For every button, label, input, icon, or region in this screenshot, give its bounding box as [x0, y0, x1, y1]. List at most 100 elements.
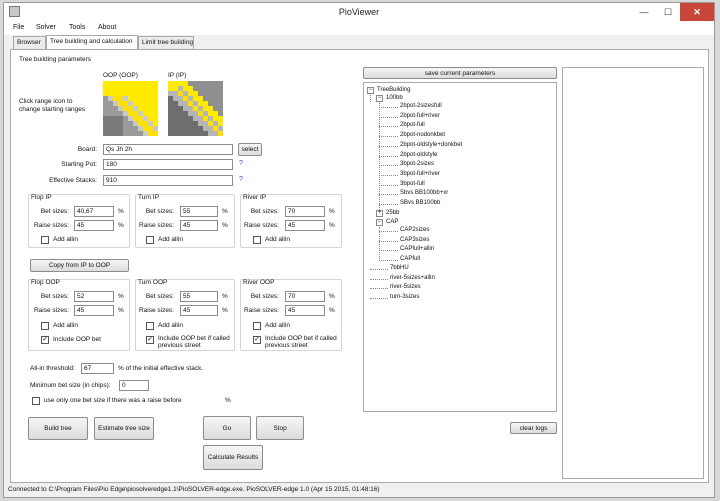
starting-pot-input[interactable]: 180	[103, 159, 233, 170]
turn-ip-raise-pct: %	[222, 222, 228, 229]
tree-item[interactable]: 2bpot-full	[400, 122, 425, 128]
turn-oop-bet-input[interactable]: 55	[180, 291, 218, 302]
oop-range-matrix[interactable]	[103, 81, 158, 136]
river-oop-raise-pct: %	[329, 307, 335, 314]
river-ip-raise-input[interactable]: 45	[285, 220, 325, 231]
one-bet-size-label: use only one bet size if there was a rai…	[44, 397, 182, 404]
flop-ip-allin-checkbox[interactable]	[41, 236, 49, 244]
allin-threshold-input[interactable]: 67	[81, 363, 114, 374]
tree-group-100bb[interactable]: 100bb	[386, 95, 403, 101]
flop-ip-bet-pct: %	[118, 208, 124, 215]
tree-item[interactable]: 2bpot-nodonkbet	[400, 132, 445, 138]
calculate-results-button[interactable]: Calculate Results	[203, 445, 263, 470]
river-ip-group: River IP Bet sizes: 70 % Raise sizes: 45…	[240, 194, 342, 248]
flop-ip-raise-input[interactable]: 45	[74, 220, 114, 231]
turn-ip-allin-checkbox[interactable]	[146, 236, 154, 244]
tree-item[interactable]: CAPfull	[400, 256, 420, 262]
tab-tree-building[interactable]: Tree building and calculation	[46, 35, 138, 50]
tree-item[interactable]: turn-3sizes	[390, 294, 419, 300]
turn-ip-bet-input[interactable]: 55	[180, 206, 218, 217]
go-button[interactable]: Go	[203, 416, 251, 440]
river-oop-include-label: Include OOP bet if called previous stree…	[265, 335, 337, 349]
tree-item[interactable]: 3bpot-full	[400, 181, 425, 187]
tree-group-25bb[interactable]: 25bb	[386, 210, 399, 216]
tree-item[interactable]: 2bpot-2sizesfull	[400, 103, 442, 109]
expand-icon[interactable]: +	[376, 210, 383, 217]
flop-ip-bet-input[interactable]: 40,67	[74, 206, 114, 217]
tree-item[interactable]: Sbvs BB100bb+xr	[400, 190, 448, 196]
tree-item[interactable]: 2bpot-oldstyle+donkbet	[400, 142, 462, 148]
flop-oop-allin-checkbox[interactable]	[41, 322, 49, 330]
collapse-icon[interactable]: −	[367, 87, 374, 94]
tree-item[interactable]: river-5sizes+allin	[390, 275, 435, 281]
select-board-button[interactable]: select	[238, 143, 262, 156]
river-oop-raise-label: Raise sizes:	[243, 307, 279, 314]
clear-logs-button[interactable]: clear logs	[510, 422, 557, 434]
minimize-icon[interactable]: —	[632, 3, 656, 21]
menu-file[interactable]: File	[13, 24, 24, 31]
flop-oop-bet-input[interactable]: 52	[74, 291, 114, 302]
turn-ip-raise-input[interactable]: 45	[180, 220, 218, 231]
turn-oop-raise-input[interactable]: 45	[180, 305, 218, 316]
river-ip-bet-input[interactable]: 70	[285, 206, 325, 217]
tree-item[interactable]: SBvs BB100bb	[400, 200, 440, 206]
flop-ip-raise-pct: %	[118, 222, 124, 229]
copy-ip-to-oop-button[interactable]: Copy from IP to OOP	[30, 259, 129, 272]
range-cell[interactable]	[218, 131, 223, 136]
river-oop-include-checkbox[interactable]: ✓	[253, 336, 261, 344]
flop-oop-include-checkbox[interactable]: ✓	[41, 336, 49, 344]
tree-list[interactable]: − TreeBuilding − 100bb 2bpot-2sizesfull 2…	[363, 82, 557, 412]
tree-building-panel: Tree building parameters Click range ico…	[10, 49, 709, 483]
tree-item[interactable]: river-5sizes	[390, 284, 421, 290]
river-ip-bet-pct: %	[329, 208, 335, 215]
menu-bar: File Solver Tools About	[4, 21, 714, 35]
turn-oop-include-checkbox[interactable]: ✓	[146, 336, 154, 344]
tree-item[interactable]: 3bpot-2sizes	[400, 161, 434, 167]
pot-help-link[interactable]: ?	[239, 160, 243, 167]
river-oop-bet-input[interactable]: 70	[285, 291, 325, 302]
tree-item[interactable]: 7bbHU	[390, 265, 409, 271]
stacks-help-link[interactable]: ?	[239, 176, 243, 183]
collapse-icon[interactable]: −	[376, 95, 383, 102]
stop-button[interactable]: Stop	[256, 416, 304, 440]
flop-oop-raise-input[interactable]: 45	[74, 305, 114, 316]
river-oop-bet-label: Bet sizes:	[250, 293, 279, 300]
river-ip-allin-checkbox[interactable]	[253, 236, 261, 244]
range-cell[interactable]	[153, 131, 158, 136]
river-oop-allin-checkbox[interactable]	[253, 322, 261, 330]
turn-oop-allin-checkbox[interactable]	[146, 322, 154, 330]
ip-range-label: IP (IP)	[168, 72, 187, 79]
turn-oop-raise-label: Raise sizes:	[138, 307, 174, 314]
collapse-icon[interactable]: −	[376, 219, 383, 226]
flop-ip-group: Flop IP Bet sizes: 40,67 % Raise sizes: …	[28, 194, 130, 248]
tree-item[interactable]: 2bpot-full+river	[400, 113, 440, 119]
min-bet-input[interactable]: 0	[119, 380, 149, 391]
save-parameters-button[interactable]: save current parameters	[363, 67, 557, 79]
tree-item[interactable]: 3bpot-full+river	[400, 171, 440, 177]
turn-oop-raise-pct: %	[222, 307, 228, 314]
tab-browser[interactable]: Browser	[13, 36, 46, 49]
tree-item[interactable]: CAP3sizes	[400, 237, 429, 243]
close-icon[interactable]: ✕	[680, 3, 714, 21]
tree-root[interactable]: TreeBuilding	[377, 87, 410, 93]
river-oop-raise-input[interactable]: 45	[285, 305, 325, 316]
menu-tools[interactable]: Tools	[69, 24, 85, 31]
tree-group-cap[interactable]: CAP	[386, 219, 398, 225]
estimate-tree-size-button[interactable]: Estimate tree size	[94, 417, 154, 440]
one-bet-size-checkbox[interactable]	[32, 397, 40, 405]
tab-limit-tree[interactable]: Limit tree building	[138, 36, 194, 49]
tree-item[interactable]: CAPfull+allin	[400, 246, 434, 252]
tree-item[interactable]: CAP2sizes	[400, 227, 429, 233]
turn-oop-group: Turn OOP Bet sizes: 55 % Raise sizes: 45…	[135, 279, 235, 351]
maximize-icon[interactable]: ☐	[656, 3, 680, 21]
ip-range-matrix[interactable]	[168, 81, 223, 136]
build-tree-button[interactable]: Build tree	[28, 417, 88, 440]
effective-stacks-input[interactable]: 910	[103, 175, 233, 186]
menu-solver[interactable]: Solver	[36, 24, 56, 31]
flop-oop-group: Flop OOP Bet sizes: 52 % Raise sizes: 45…	[28, 279, 130, 351]
log-panel[interactable]	[562, 67, 704, 479]
tree-item[interactable]: 2bpot-oldstyle	[400, 152, 437, 158]
menu-about[interactable]: About	[98, 24, 116, 31]
board-input[interactable]: Qs Jh 2h	[103, 144, 233, 155]
turn-ip-raise-label: Raise sizes:	[138, 222, 174, 229]
